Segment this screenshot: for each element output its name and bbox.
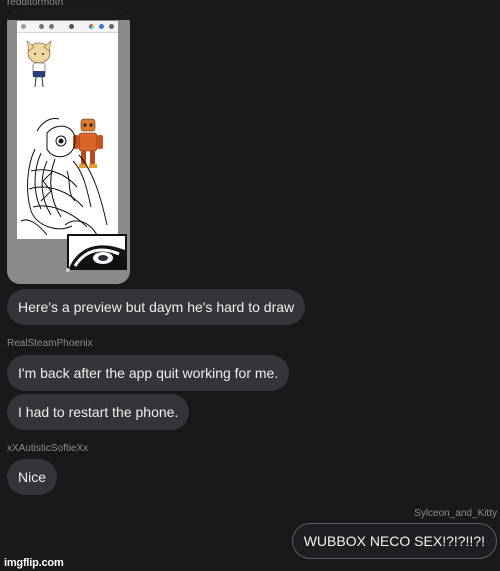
message-username[interactable]: redditormoth [7, 0, 63, 8]
page-indicator-dot [66, 268, 70, 272]
message-username[interactable]: Sylceon_and_Kitty [414, 508, 497, 519]
image-attachment[interactable] [7, 10, 130, 284]
cat-girl-character [26, 40, 52, 88]
sketch-artwork [20, 40, 108, 236]
phone-status-bar [7, 10, 130, 20]
message-bubble-outgoing[interactable]: WUBBOX NECO SEX!?!?!!?! [291, 523, 497, 559]
message-username[interactable]: RealSteamPhoenix [7, 338, 93, 349]
message-bubble[interactable]: Here's a preview but daym he's hard to d… [7, 289, 306, 325]
message-bubble[interactable]: I'm back after the app quit working for … [7, 355, 290, 391]
message-bubble[interactable]: I had to restart the phone. [7, 394, 190, 430]
robot-character [73, 118, 103, 168]
drawing-canvas-preview [17, 21, 118, 239]
message-username[interactable]: xXAutisticSoftieXx [7, 443, 88, 454]
layer-thumbnail [67, 234, 127, 270]
message-bubble[interactable]: Nice [7, 459, 58, 495]
watermark-text: imgflip.com [4, 557, 64, 569]
